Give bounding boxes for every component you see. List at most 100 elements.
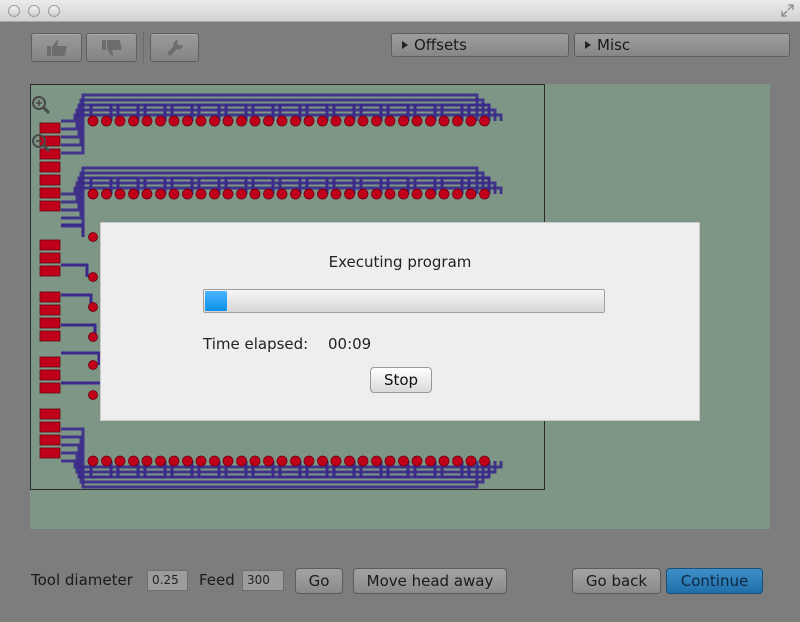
- pcb-via: [276, 188, 288, 200]
- pcb-via: [114, 115, 126, 127]
- pcb-via: [411, 188, 423, 200]
- pcb-via: [182, 188, 193, 200]
- zoom-window-button[interactable]: [48, 5, 60, 17]
- wrench-icon: [166, 39, 183, 56]
- pcb-via: [263, 188, 274, 200]
- pcb-via: [303, 455, 315, 467]
- go-back-button[interactable]: Go back: [572, 568, 661, 594]
- pcb-via: [344, 115, 355, 127]
- pcb-via: [88, 272, 98, 282]
- pcb-via: [330, 455, 342, 467]
- connector-pad: [39, 408, 61, 420]
- window-titlebar: [0, 0, 800, 22]
- pcb-via: [87, 455, 99, 467]
- connector-pad: [39, 369, 61, 381]
- connector-pad: [39, 252, 61, 264]
- connector-pad: [39, 265, 61, 277]
- thumbs-down-button[interactable]: [86, 33, 137, 62]
- stop-button[interactable]: Stop: [370, 367, 432, 393]
- pcb-via: [182, 115, 193, 127]
- pcb-via: [357, 115, 369, 127]
- pcb-via: [209, 455, 220, 467]
- pcb-via: [276, 455, 288, 467]
- pcb-via: [438, 455, 450, 467]
- pcb-via: [128, 188, 139, 200]
- thumbs-down-icon: [101, 39, 122, 56]
- toolbar-separator: [143, 32, 144, 63]
- pcb-via: [425, 188, 436, 200]
- pcb-via: [128, 115, 139, 127]
- pcb-via: [465, 188, 477, 200]
- pcb-via: [101, 188, 112, 200]
- pcb-via: [222, 188, 234, 200]
- pcb-via: [155, 115, 166, 127]
- pcb-via: [303, 115, 315, 127]
- move-head-away-button[interactable]: Move head away: [353, 568, 507, 594]
- pcb-via: [398, 115, 409, 127]
- pcb-via: [479, 115, 490, 127]
- pcb-via: [88, 332, 98, 342]
- pcb-via: [317, 188, 328, 200]
- pcb-via: [141, 115, 153, 127]
- connector-pad: [39, 356, 61, 368]
- zoom-out-icon[interactable]: [31, 133, 51, 153]
- misc-label: Misc: [597, 36, 631, 54]
- pcb-via: [303, 188, 315, 200]
- pcb-via: [438, 115, 450, 127]
- feed-label: Feed: [199, 571, 235, 589]
- zoom-in-icon[interactable]: [31, 95, 51, 115]
- pcb-via: [87, 188, 99, 200]
- pcb-via: [411, 115, 423, 127]
- misc-disclosure[interactable]: Misc: [574, 33, 790, 57]
- pcb-via: [330, 188, 342, 200]
- pcb-via: [222, 455, 234, 467]
- offsets-label: Offsets: [414, 36, 467, 54]
- pcb-via: [398, 455, 409, 467]
- pcb-via: [195, 115, 207, 127]
- pcb-via: [411, 455, 423, 467]
- pcb-via: [371, 455, 382, 467]
- settings-button[interactable]: [150, 33, 199, 62]
- pcb-via: [88, 360, 98, 370]
- pcb-via: [101, 455, 112, 467]
- pcb-via: [88, 390, 98, 400]
- time-elapsed-label: Time elapsed:: [203, 335, 309, 353]
- connector-pad: [39, 161, 61, 173]
- minimize-window-button[interactable]: [28, 5, 40, 17]
- tool-diameter-field[interactable]: 0.25: [147, 570, 188, 591]
- connector-pad: [39, 200, 61, 212]
- pcb-via: [222, 115, 234, 127]
- pcb-via: [141, 188, 153, 200]
- pcb-via: [479, 455, 490, 467]
- fullscreen-icon[interactable]: [781, 4, 794, 17]
- pcb-via: [128, 455, 139, 467]
- thumbs-up-button[interactable]: [31, 33, 82, 62]
- disclosure-triangle-icon: [402, 41, 408, 49]
- pcb-via: [236, 188, 247, 200]
- close-window-button[interactable]: [8, 5, 20, 17]
- connector-pad: [39, 317, 61, 329]
- pcb-via: [249, 115, 261, 127]
- go-button[interactable]: Go: [295, 568, 343, 594]
- pcb-via: [209, 188, 220, 200]
- pcb-via: [249, 188, 261, 200]
- pcb-via: [465, 115, 477, 127]
- pcb-via: [452, 188, 463, 200]
- continue-button[interactable]: Continue: [666, 568, 763, 594]
- pcb-via: [452, 455, 463, 467]
- pcb-via: [114, 188, 126, 200]
- pcb-via: [384, 115, 396, 127]
- pcb-via: [357, 188, 369, 200]
- pcb-trace: [61, 293, 93, 307]
- offsets-disclosure[interactable]: Offsets: [391, 33, 569, 57]
- feed-field[interactable]: 300: [242, 570, 284, 591]
- connector-pad: [39, 434, 61, 446]
- pcb-via: [371, 115, 382, 127]
- thumbs-up-icon: [46, 39, 67, 56]
- pcb-via: [398, 188, 409, 200]
- pcb-via: [330, 115, 342, 127]
- pcb-via: [195, 188, 207, 200]
- pcb-via: [168, 115, 180, 127]
- pcb-via: [236, 455, 247, 467]
- connector-pad: [39, 174, 61, 186]
